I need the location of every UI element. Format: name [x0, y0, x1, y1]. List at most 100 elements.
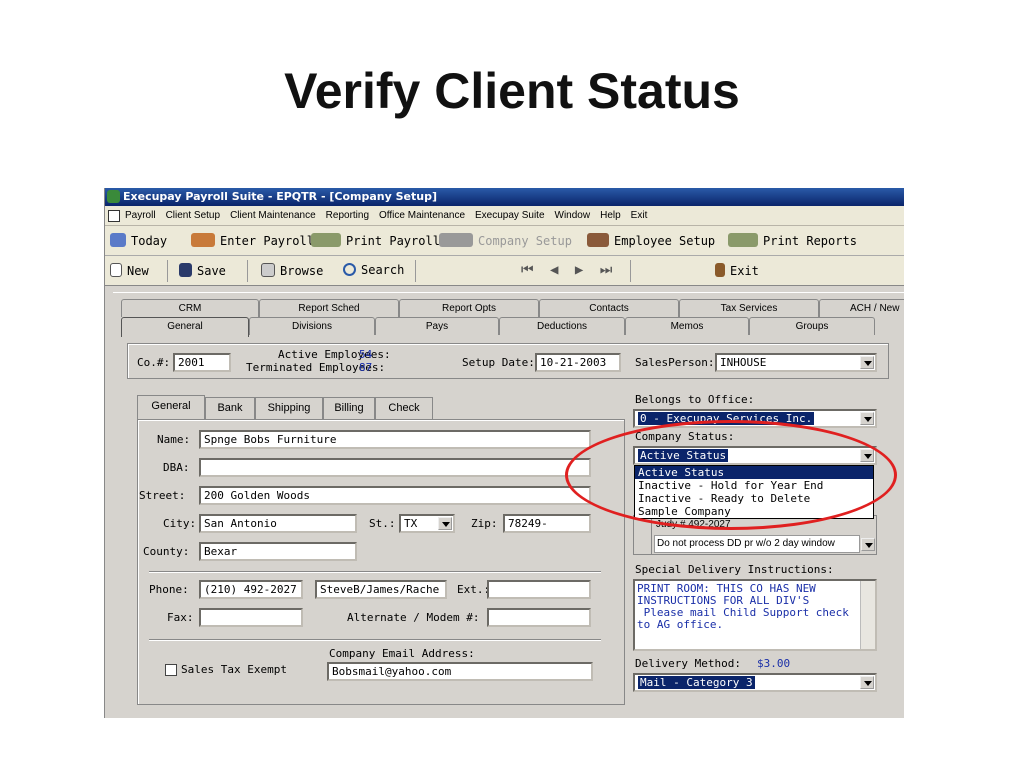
- tab-report-opts[interactable]: Report Opts: [399, 299, 539, 317]
- ext-field[interactable]: [487, 580, 591, 599]
- window-title: Execupay Payroll Suite - EPQTR - [Compan…: [123, 190, 437, 203]
- employee-setup-button[interactable]: Employee Setup: [587, 233, 715, 248]
- sales-tax-exempt-checkbox[interactable]: [165, 664, 177, 676]
- today-button[interactable]: Today: [110, 233, 167, 248]
- main-toolbar: Today Enter Payroll Print Payroll Compan…: [105, 226, 904, 256]
- print-reports-button[interactable]: Print Reports: [728, 233, 857, 248]
- print-payroll-button[interactable]: Print Payroll: [311, 233, 440, 248]
- chevron-down-icon[interactable]: [860, 356, 874, 369]
- name-field[interactable]: Spnge Bobs Furniture: [199, 430, 591, 449]
- menu-exit[interactable]: Exit: [631, 210, 648, 221]
- phone-field[interactable]: (210) 492-2027: [199, 580, 303, 599]
- menu-help[interactable]: Help: [600, 210, 621, 221]
- salesperson-select[interactable]: INHOUSE: [715, 353, 877, 372]
- menu-client-maintenance[interactable]: Client Maintenance: [230, 210, 316, 221]
- state-label: St.:: [369, 517, 396, 530]
- fax-label: Fax:: [167, 611, 194, 624]
- name-label: Name:: [157, 433, 191, 446]
- email-label: Company Email Address:: [329, 647, 475, 660]
- calendar-icon: [110, 233, 126, 247]
- money-wings-icon: [728, 233, 758, 247]
- menu-office-maintenance[interactable]: Office Maintenance: [379, 210, 465, 221]
- exit-button[interactable]: Exit: [715, 263, 759, 278]
- contact-names-field[interactable]: SteveB/James/Rache: [315, 580, 447, 599]
- person-money-icon: [191, 233, 215, 247]
- city-field[interactable]: San Antonio: [199, 514, 357, 533]
- browse-button[interactable]: Browse: [261, 263, 323, 278]
- delivery-instructions-textarea[interactable]: PRINT ROOM: THIS CO HAS NEW INSTRUCTIONS…: [633, 579, 877, 651]
- browse-icon: [261, 263, 275, 277]
- app-icon: [107, 190, 120, 203]
- street-field[interactable]: 200 Golden Woods: [199, 486, 591, 505]
- active-employees-label: Active Employees:: [278, 348, 391, 361]
- tab-report-sched[interactable]: Report Sched: [259, 299, 399, 317]
- delivery-method-select[interactable]: Mail - Category 3: [633, 673, 877, 692]
- tab-contacts[interactable]: Contacts: [539, 299, 679, 317]
- tab-ach-new-hire[interactable]: ACH / New H: [819, 299, 904, 332]
- record-navigation[interactable]: ⏮ ◀ ▶ ⏭: [521, 262, 616, 278]
- chevron-down-icon[interactable]: [438, 517, 452, 530]
- menu-client-setup[interactable]: Client Setup: [166, 210, 220, 221]
- chevron-down-icon[interactable]: [860, 676, 874, 689]
- form-divider: [149, 639, 601, 641]
- tab-memos[interactable]: Memos: [625, 317, 749, 335]
- document-menu-icon[interactable]: [108, 210, 120, 222]
- subtab-check[interactable]: Check: [375, 397, 433, 419]
- state-select[interactable]: TX: [399, 514, 455, 533]
- contact-note-row[interactable]: Do not process DD pr w/o 2 day window: [654, 535, 860, 553]
- street-label: Street:: [139, 489, 186, 502]
- dba-field[interactable]: [199, 458, 591, 477]
- delivery-method-label: Delivery Method:: [635, 657, 741, 670]
- co-number-label: Co.#:: [137, 356, 171, 369]
- tab-groups[interactable]: Groups: [749, 317, 875, 335]
- zip-field[interactable]: 78249-: [503, 514, 591, 533]
- tab-row-bottom: General Divisions Pays Deductions Memos …: [117, 317, 904, 337]
- salesperson-label: SalesPerson:: [635, 356, 715, 369]
- save-button[interactable]: Save: [179, 263, 226, 278]
- subtab-general[interactable]: General: [137, 395, 205, 419]
- new-button[interactable]: New: [110, 263, 149, 278]
- tab-pays[interactable]: Pays: [375, 317, 499, 335]
- chevron-down-icon[interactable]: [861, 538, 875, 551]
- city-label: City:: [163, 517, 197, 530]
- county-label: County:: [143, 545, 190, 558]
- ext-label: Ext.:: [457, 583, 491, 596]
- tab-tax-services[interactable]: Tax Services: [679, 299, 819, 317]
- company-setup-button[interactable]: Company Setup: [439, 233, 572, 248]
- chevron-down-icon[interactable]: [860, 412, 874, 425]
- terminated-employees-value: 87: [359, 361, 373, 374]
- tab-deductions[interactable]: Deductions: [499, 317, 625, 335]
- menu-payroll[interactable]: Payroll: [125, 210, 156, 221]
- delivery-instructions-label: Special Delivery Instructions:: [635, 563, 834, 576]
- menu-execupay-suite[interactable]: Execupay Suite: [475, 210, 545, 221]
- co-number-field[interactable]: 2001: [173, 353, 231, 372]
- county-field[interactable]: Bexar: [199, 542, 357, 561]
- search-button[interactable]: Search: [343, 263, 404, 277]
- enter-payroll-button[interactable]: Enter Payroll: [191, 233, 314, 248]
- subtab-billing[interactable]: Billing: [323, 397, 375, 419]
- tab-row-top: CRM Report Sched Report Opts Contacts Ta…: [117, 299, 904, 332]
- toolbar-separator: [247, 260, 248, 282]
- tab-divisions[interactable]: Divisions: [249, 317, 375, 335]
- email-field[interactable]: Bobsmail@yahoo.com: [327, 662, 593, 681]
- tab-general[interactable]: General: [121, 317, 249, 337]
- setup-date-label: Setup Date:: [462, 356, 535, 369]
- people-icon: [587, 233, 609, 247]
- slide-title: Verify Client Status: [284, 63, 740, 119]
- dba-label: DBA:: [163, 461, 190, 474]
- setup-date-field[interactable]: 10-21-2003: [535, 353, 621, 372]
- subtab-shipping[interactable]: Shipping: [255, 397, 323, 419]
- subtab-bank[interactable]: Bank: [205, 397, 255, 419]
- tab-crm[interactable]: CRM: [121, 299, 259, 317]
- highlight-ellipse: [565, 420, 897, 530]
- floppy-disk-icon: [179, 263, 192, 277]
- zip-label: Zip:: [471, 517, 498, 530]
- fax-field[interactable]: [199, 608, 303, 627]
- alternate-modem-label: Alternate / Modem #:: [347, 611, 480, 624]
- record-toolbar: New Save Browse Search ⏮ ◀ ▶ ⏭ Exit: [105, 256, 904, 286]
- menu-window[interactable]: Window: [555, 210, 591, 221]
- active-employees-value: 54: [359, 348, 373, 361]
- menu-reporting[interactable]: Reporting: [326, 210, 369, 221]
- scrollbar[interactable]: [860, 581, 875, 649]
- alternate-modem-field[interactable]: [487, 608, 591, 627]
